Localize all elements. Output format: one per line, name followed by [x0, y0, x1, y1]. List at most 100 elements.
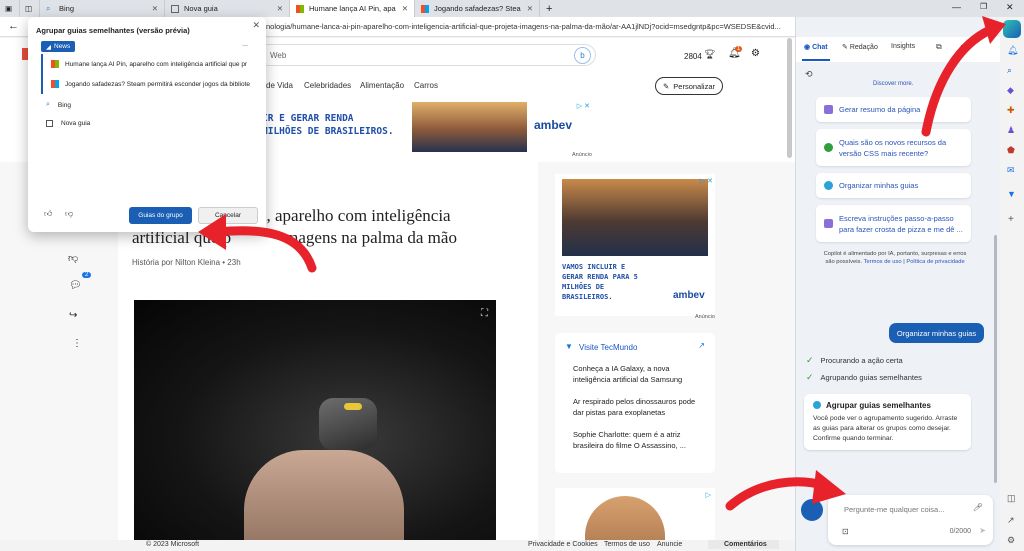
group-tab-item[interactable]: Jogando safadezas? Steam permitirá escon…: [51, 80, 261, 88]
thumbs-down-icon[interactable]: 👎︎: [65, 209, 73, 219]
msn-icon: [51, 60, 59, 68]
ad-choices-icon[interactable]: ▷: [706, 491, 711, 499]
search-icon[interactable]: ⌕: [1007, 65, 1012, 76]
side-ad-text: VAMOS INCLUIR E GERAR RENDA PARA 5 MILHÕ…: [562, 263, 638, 301]
nav-link[interactable]: Carros: [414, 81, 438, 90]
personalize-button[interactable]: ✎ Personalizar: [655, 77, 723, 95]
close-icon[interactable]: ✕: [252, 20, 260, 31]
more-actions-icon[interactable]: ⋮: [72, 338, 82, 349]
rewards-points[interactable]: 2804: [684, 52, 702, 61]
tecmundo-item[interactable]: Ar respirado pelos dinossauros pode dar …: [573, 396, 705, 418]
tab-steam[interactable]: Jogando safadezas? Steam perm ✕: [415, 0, 540, 17]
group-tabs-button[interactable]: Guias do grupo: [129, 207, 192, 224]
author[interactable]: História por Nilton Kleina: [132, 258, 220, 267]
top-ad[interactable]: IR E GERAR RENDA MILHÕES DE BRASILEIROS.…: [262, 102, 592, 152]
url-field[interactable]: nologia/humane-lanca-ai-pin-aparelho-com…: [266, 22, 791, 31]
side-ad[interactable]: VAMOS INCLUIR E GERAR RENDA PARA 5 MILHÕ…: [555, 174, 715, 316]
cancel-button[interactable]: Cancelar: [198, 207, 258, 224]
thumbs-up-icon[interactable]: 👍︎: [44, 209, 52, 219]
sidebar-toggle-icon[interactable]: ◫: [1007, 493, 1016, 504]
close-icon[interactable]: ✕: [396, 4, 408, 13]
bing-search-icon[interactable]: b: [574, 47, 591, 64]
office-icon[interactable]: ⬟: [1007, 145, 1015, 156]
tab-bar: ▣ ◫ ⌕ Bing ✕ Nova guia ✕ Humane lança AI…: [0, 0, 1024, 17]
share-icon[interactable]: ↪: [69, 310, 77, 321]
tab-compose[interactable]: ✎ Redação: [842, 43, 878, 51]
tab-actions-icon[interactable]: ◫: [20, 0, 40, 17]
group-more-icon[interactable]: ...: [242, 41, 248, 48]
dislike-icon[interactable]: 👎︎: [68, 252, 78, 264]
ad-choices-icon[interactable]: ▷ ✕: [700, 177, 713, 185]
rail-icon-blue[interactable]: 🔔︎: [1007, 45, 1018, 56]
tecmundo-title[interactable]: Visite TecMundo: [579, 343, 637, 352]
msn-icon: [421, 4, 429, 13]
copilot-button[interactable]: [1003, 20, 1021, 38]
comments-icon[interactable]: 💬︎: [69, 280, 82, 291]
shopping-icon[interactable]: ◆: [1007, 85, 1014, 96]
games-icon[interactable]: ♟: [1007, 125, 1015, 136]
tecmundo-item[interactable]: Conheça a IA Galaxy, a nova inteligência…: [573, 363, 705, 385]
privacy-link[interactable]: Privacidade e Cookies: [528, 541, 598, 548]
search-icon: ⌕: [46, 101, 50, 108]
restore-button[interactable]: ❐: [980, 2, 987, 11]
fullscreen-icon[interactable]: ⛶: [481, 308, 488, 319]
close-icon[interactable]: ✕: [146, 4, 158, 13]
terms-link[interactable]: Termos de uso: [864, 259, 902, 265]
side-ad-label: Anúncio: [695, 314, 715, 320]
ad-label: Anúncio: [572, 152, 592, 158]
page-scrollbar[interactable]: [787, 38, 792, 158]
outlook-icon[interactable]: ✉: [1007, 165, 1015, 176]
tab-chat[interactable]: ◉ Chat: [804, 43, 828, 51]
back-icon[interactable]: ←: [8, 20, 19, 32]
suggestion-summary[interactable]: Gerar resumo da página: [816, 97, 971, 122]
window-menu-icon[interactable]: ▣: [0, 0, 20, 17]
search-box[interactable]: Web b: [260, 44, 596, 66]
tools-icon[interactable]: ✚: [1007, 105, 1015, 116]
external-link-icon[interactable]: ↗: [698, 341, 705, 350]
trophy-icon[interactable]: 🏆︎: [704, 49, 715, 60]
external-icon[interactable]: ↗: [1007, 515, 1015, 526]
settings-icon[interactable]: ⚙: [751, 48, 760, 59]
tab-humane[interactable]: Humane lança AI Pin, aparelho c ✕: [290, 0, 415, 17]
drop-icon[interactable]: ▼: [1007, 189, 1016, 199]
copilot-avatar[interactable]: [801, 499, 823, 521]
comments-button[interactable]: Comentários: [708, 540, 779, 549]
check-icon: ✓: [806, 372, 814, 382]
nav-link[interactable]: de Vida: [266, 81, 293, 90]
copilot-scrollbar[interactable]: [994, 235, 997, 483]
open-new-icon[interactable]: ⧉: [936, 42, 942, 52]
loose-tab-item[interactable]: Nova guia: [46, 120, 90, 127]
mic-icon[interactable]: 🎤︎: [973, 503, 983, 512]
suggestion-organize[interactable]: Organizar minhas guias: [816, 173, 971, 198]
tab-insights[interactable]: Insights: [891, 43, 915, 50]
loose-tab-item[interactable]: ⌕ Bing: [46, 101, 71, 109]
close-icon[interactable]: ✕: [271, 4, 283, 13]
group-tab-item[interactable]: Humane lança AI Pin, aparelho com inteli…: [51, 60, 261, 68]
ad-choices-icon[interactable]: ▷ ✕: [577, 102, 590, 110]
tab-nova-guia[interactable]: Nova guia ✕: [165, 0, 290, 17]
nav-link[interactable]: Alimentação: [360, 81, 404, 90]
minimize-button[interactable]: —: [952, 2, 961, 12]
history-icon[interactable]: ⟲: [805, 69, 813, 80]
new-tab-button[interactable]: +: [540, 0, 558, 17]
advertise-link[interactable]: Anuncie: [657, 541, 682, 548]
suggestion-css[interactable]: Quais são os novos recursos da versão CS…: [816, 129, 971, 166]
close-icon[interactable]: ✕: [521, 4, 533, 13]
tecmundo-item[interactable]: Sophie Charlotte: quem é a atriz brasile…: [573, 429, 705, 451]
nav-link[interactable]: Celebridades: [304, 81, 351, 90]
more-icon[interactable]: ···: [960, 41, 968, 50]
settings-icon[interactable]: ⚙: [1007, 535, 1015, 546]
suggestion-label: Escreva instruções passo-a-passo para fa…: [839, 213, 963, 234]
add-icon[interactable]: +: [1008, 214, 1014, 225]
suggestion-pizza[interactable]: Escreva instruções passo-a-passo para fa…: [816, 205, 971, 242]
tab-bing[interactable]: ⌕ Bing ✕: [40, 0, 165, 17]
group-label-chip[interactable]: ◢ News: [41, 41, 76, 52]
ad-text: IR E GERAR RENDA MILHÕES DE BRASILEIROS.: [262, 113, 394, 137]
privacy-link[interactable]: Política de privacidade: [906, 259, 964, 265]
terms-link[interactable]: Termos de uso: [604, 541, 650, 548]
chat-input[interactable]: Pergunte-me qualquer coisa...: [844, 505, 944, 514]
tecmundo-logo-icon: ▼: [565, 342, 573, 351]
close-window-button[interactable]: ✕: [1006, 2, 1014, 13]
send-icon[interactable]: ➤: [979, 526, 986, 535]
image-scan-icon[interactable]: ⊡: [842, 527, 849, 536]
